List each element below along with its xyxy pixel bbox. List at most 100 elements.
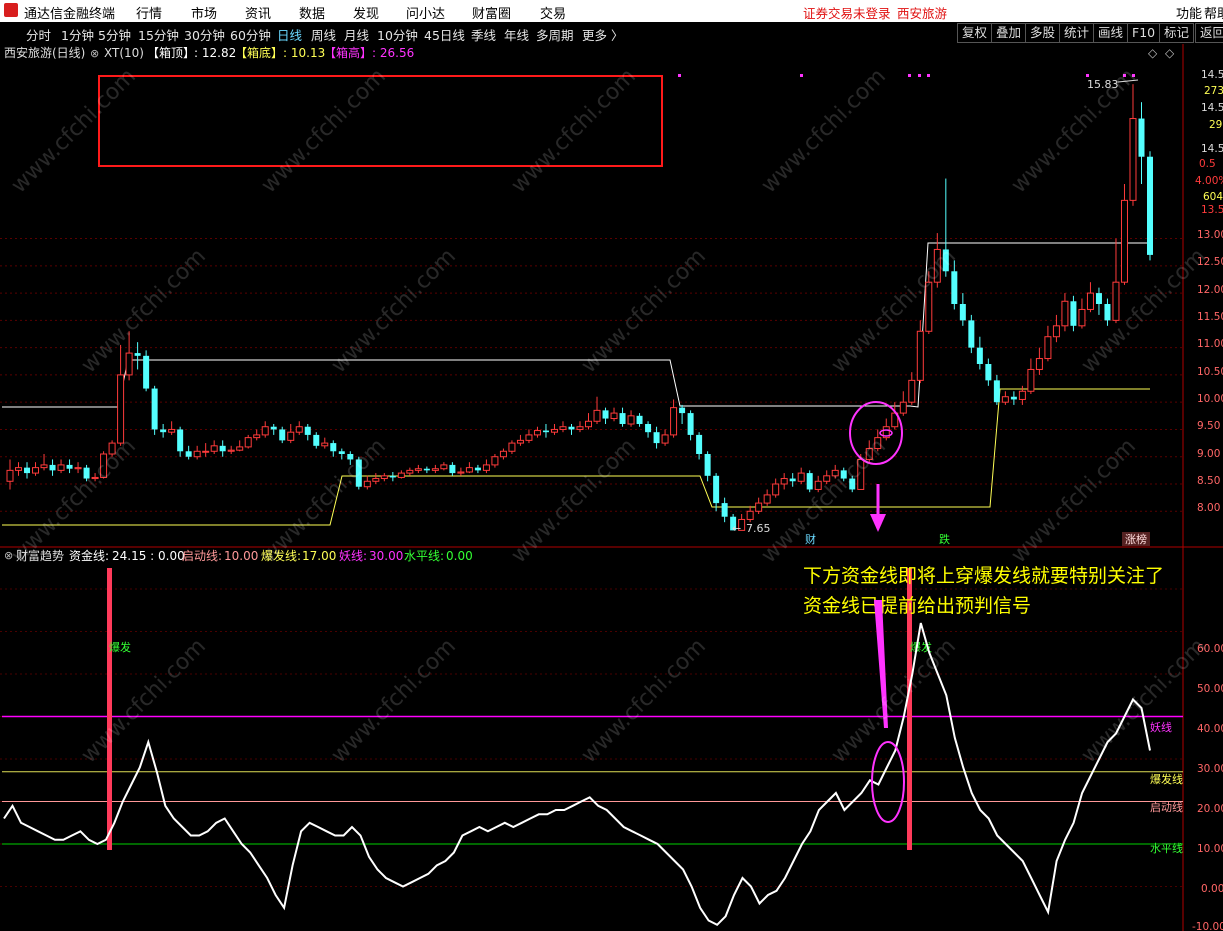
tab-1min[interactable]: 1分钟 xyxy=(61,25,94,44)
candle-body xyxy=(279,429,286,441)
candle-body xyxy=(1070,301,1077,326)
tab-60min[interactable]: 60分钟 xyxy=(230,25,271,44)
candle-body xyxy=(568,426,575,430)
menu-item-data[interactable]: 数据 xyxy=(299,3,325,22)
candle-body xyxy=(508,442,516,452)
candle-body xyxy=(304,426,311,435)
tab-monthly[interactable]: 月线 xyxy=(344,25,369,44)
menu-item-market[interactable]: 行情 xyxy=(136,3,162,22)
candle-body xyxy=(1120,199,1128,283)
tab-more[interactable]: 更多 〉 xyxy=(582,25,623,44)
demon-line-label: 妖线: xyxy=(339,549,367,563)
toolbar-multi-stock-button[interactable]: 多股 xyxy=(1025,23,1061,43)
price-axis-label: 12.00 xyxy=(1197,284,1223,296)
candle-body xyxy=(976,347,983,364)
price-axis-label: 10.00 xyxy=(1197,393,1223,405)
login-notice[interactable]: 证券交易未登录 xyxy=(803,3,891,22)
candle-body xyxy=(287,431,295,441)
tab-30min[interactable]: 30分钟 xyxy=(184,25,225,44)
candle-body xyxy=(755,502,763,512)
price-axis-label: 14.5 xyxy=(1201,102,1223,114)
price-axis-label: 11.50 xyxy=(1197,311,1223,323)
box-top-label: 【箱顶】 xyxy=(147,45,195,60)
candle-body xyxy=(585,420,593,428)
price-axis-label: 4.00% xyxy=(1195,175,1223,187)
candle-body xyxy=(959,304,966,321)
marker-rise-list[interactable]: 涨榜 xyxy=(1125,532,1147,546)
menu-item-markets[interactable]: 市场 xyxy=(191,3,217,22)
tab-quarterly[interactable]: 季线 xyxy=(471,25,496,44)
toolbar-mark-button[interactable]: 标记 xyxy=(1159,23,1195,43)
tab-45day[interactable]: 45日线 xyxy=(424,25,465,44)
start-line-tag: 启动线 xyxy=(1150,800,1183,814)
candle-body xyxy=(313,434,320,446)
candle-body xyxy=(177,429,184,452)
candle-body xyxy=(117,374,125,444)
tab-10min[interactable]: 10分钟 xyxy=(377,25,418,44)
marker-fall[interactable]: 跌 xyxy=(939,532,950,546)
candle-body xyxy=(806,473,813,490)
candle-body xyxy=(431,468,439,471)
candle-body xyxy=(1129,118,1137,201)
candle-body xyxy=(253,434,261,439)
candle-body xyxy=(261,426,269,436)
candle-body xyxy=(1061,300,1069,327)
tab-multi-period[interactable]: 多周期 xyxy=(536,25,574,44)
candle-body xyxy=(160,429,167,433)
menu-item-ask[interactable]: 问小达 xyxy=(406,3,445,22)
candle-body xyxy=(908,379,916,403)
tab-15min[interactable]: 15分钟 xyxy=(138,25,179,44)
signal-dot xyxy=(1086,74,1089,77)
tab-intraday[interactable]: 分时 xyxy=(26,25,51,44)
settings-diamond-icon[interactable]: ◇ xyxy=(1165,46,1175,60)
indicator-name[interactable]: XT(10) xyxy=(104,46,144,60)
fund-line-value: 24.15 : 0.00 xyxy=(112,549,185,563)
candle-body xyxy=(985,364,992,381)
sub-axis-label: 30.00 xyxy=(1197,763,1223,775)
menu-item-discover[interactable]: 发现 xyxy=(353,3,379,22)
stock-name-label: 西安旅游 xyxy=(897,6,948,21)
tab-5min[interactable]: 5分钟 xyxy=(98,25,131,44)
candle-body xyxy=(899,401,907,414)
signal-dot xyxy=(800,74,803,77)
sub-axis-label: 10.00 xyxy=(1197,843,1223,855)
candle-body xyxy=(916,330,924,381)
candle-body xyxy=(542,430,549,433)
candle-body xyxy=(449,464,456,474)
candle-body xyxy=(465,467,473,473)
candle-body xyxy=(295,426,303,433)
candle-body xyxy=(653,432,660,444)
candle-body xyxy=(193,450,201,458)
signal-dot xyxy=(918,74,921,77)
menu-function[interactable]: 功能 xyxy=(1176,3,1202,22)
tab-daily[interactable]: 日线 xyxy=(277,25,302,44)
toolbar-draw-button[interactable]: 画线 xyxy=(1093,23,1129,43)
diamond-icon[interactable]: ◇ xyxy=(1148,46,1158,60)
candle-body xyxy=(57,464,65,471)
toolbar-f10-button[interactable]: F10 xyxy=(1127,23,1161,43)
candle-body xyxy=(559,426,567,430)
candle-body xyxy=(1086,292,1094,310)
candle-body xyxy=(380,475,388,480)
candle-body xyxy=(440,464,448,470)
sub-axis-label: 0.00 xyxy=(1201,883,1223,895)
candle-body xyxy=(713,475,720,504)
candle-body xyxy=(593,409,601,422)
toolbar-adjust-button[interactable]: 复权 xyxy=(957,23,993,43)
toolbar-stats-button[interactable]: 统计 xyxy=(1059,23,1095,43)
collapse-icon[interactable]: ⊗ xyxy=(90,47,99,60)
candle-body xyxy=(645,424,652,433)
toolbar-overlay-button[interactable]: 叠加 xyxy=(991,23,1027,43)
menu-item-news[interactable]: 资讯 xyxy=(245,3,271,22)
toolbar-back-button[interactable]: 返回 xyxy=(1195,23,1223,43)
candle-body xyxy=(134,353,141,356)
menu-item-wealth-circle[interactable]: 财富圈 xyxy=(472,3,511,22)
candle-body xyxy=(270,426,277,430)
tab-weekly[interactable]: 周线 xyxy=(311,25,336,44)
tab-yearly[interactable]: 年线 xyxy=(504,25,529,44)
menu-help[interactable]: 帮助 xyxy=(1204,3,1223,22)
candle-body xyxy=(550,428,558,433)
candle-body xyxy=(32,467,40,474)
annotation-line-2: 资金线已提前给出预判信号 xyxy=(803,595,1031,617)
menu-item-trade[interactable]: 交易 xyxy=(540,3,566,22)
